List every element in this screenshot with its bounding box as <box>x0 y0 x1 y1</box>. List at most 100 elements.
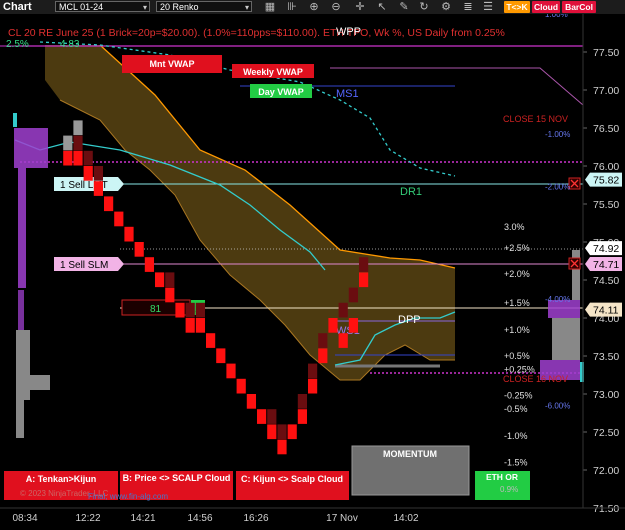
red-brick <box>114 211 124 227</box>
red-brick <box>165 287 175 303</box>
red-brick <box>93 181 103 196</box>
panel-tenkan-kijun-label: A: Tenkan>Kijun <box>26 474 97 484</box>
panel-price-scalp-label: B: Price <> SCALP Cloud <box>122 473 231 483</box>
y-tick-label: 77.50 <box>593 47 619 59</box>
dark-brick <box>277 424 287 440</box>
zoom-out-icon[interactable]: ⊖ <box>328 0 344 14</box>
crosshair-icon[interactable]: ✛ <box>352 0 368 14</box>
x-tick-label: 14:02 <box>393 513 418 524</box>
red-brick <box>338 333 348 348</box>
panel-eth-or-label: ETH OR <box>486 472 518 482</box>
gray-brick <box>63 135 73 151</box>
pct-label: +2.5% <box>504 243 530 253</box>
price-label-text: 74.92 <box>593 243 619 255</box>
pct-label: 3.0% <box>504 222 525 232</box>
dark-brick <box>359 257 369 272</box>
wpp-label: WPP <box>336 26 361 38</box>
chart-title: Chart <box>3 1 32 13</box>
list-icon[interactable]: ☰ <box>480 0 496 14</box>
barcol-button[interactable]: BarCol <box>562 1 596 13</box>
dpp-label: DPP <box>398 314 421 326</box>
ms1-label: MS1 <box>336 88 359 100</box>
dark-brick <box>318 333 328 348</box>
period-select[interactable]: 20 Renko ▾ <box>156 1 252 12</box>
dark-brick <box>297 394 307 409</box>
top-left-value: 4.83 <box>60 39 80 50</box>
bars-icon[interactable]: ⊪ <box>284 0 300 14</box>
cancel-slm-icon[interactable] <box>568 257 581 270</box>
chart-header-text: CL 20 RE June 25 (1 Brick=20p=$20.00). (… <box>8 27 505 39</box>
dark-brick <box>308 363 318 379</box>
chevron-down-icon: ▾ <box>142 3 147 12</box>
close16-label: CLOSE 16 NOV <box>503 374 568 384</box>
weekly-pct-label: -2.00% <box>545 183 570 192</box>
x-tick-label: 14:56 <box>187 513 212 524</box>
weekly-pct-label: -1.00% <box>545 130 570 139</box>
pct-label: +0.5% <box>504 351 530 361</box>
cursor-icon[interactable]: ↖ <box>374 0 390 14</box>
red-brick <box>236 378 246 394</box>
pencil-icon[interactable]: ✎ <box>396 0 412 14</box>
price-label-text: 74.71 <box>593 259 619 271</box>
red-brick <box>185 318 195 333</box>
y-tick-label: 74.50 <box>593 275 619 287</box>
weekly-pct-label: -6.00% <box>545 401 570 410</box>
pct-label: +2.0% <box>504 269 530 279</box>
dark-brick <box>348 287 358 303</box>
x-tick-label: 17 Nov <box>326 513 358 524</box>
settings-icon[interactable]: ⚙ <box>438 0 454 14</box>
chart-toolbar: Chart MCL 01-24 ▾ 20 Renko ▾ ▦ ⊪ ⊕ ⊖ ✛ ↖ ✎… <box>0 0 625 15</box>
instrument-select[interactable]: MCL 01-24 ▾ <box>55 1 150 12</box>
renko-chart[interactable]: Mnt VWAP Weekly VWAP Day VWAP CL 20 RE J… <box>0 14 625 530</box>
period-value: 20 Renko <box>160 2 199 12</box>
pct-label: +1.5% <box>504 298 530 308</box>
grid-icon[interactable]: ▦ <box>262 0 278 14</box>
dark-brick <box>338 302 348 318</box>
weekly-vwap-label: Weekly VWAP <box>243 67 303 77</box>
x-tick-label: 16:26 <box>243 513 268 524</box>
weekly-pct-label: 1.00% <box>545 14 568 19</box>
cancel-lmt-icon[interactable] <box>568 177 581 190</box>
red-brick <box>267 424 277 440</box>
sell-slm-text: 1 Sell SLM <box>60 260 108 271</box>
red-brick <box>206 333 216 348</box>
dark-brick <box>185 302 195 318</box>
y-tick-label: 76.00 <box>593 161 619 173</box>
red-brick <box>155 272 165 288</box>
dark-brick <box>195 302 205 318</box>
pct-label: -0.25% <box>504 391 533 401</box>
dr1-label: DR1 <box>400 186 422 198</box>
day-vwap-label: Day VWAP <box>258 87 304 97</box>
dark-brick <box>83 150 93 166</box>
red-brick <box>277 439 287 455</box>
panel-momentum-label: MOMENTUM <box>383 449 437 459</box>
top-left-pct: 2.5% <box>6 39 29 50</box>
y-tick-label: 76.50 <box>593 123 619 135</box>
instrument-value: MCL 01-24 <box>59 2 104 12</box>
red-brick <box>124 226 134 242</box>
pct-label: -1.5% <box>504 457 528 467</box>
stack-icon[interactable]: ≣ <box>460 0 476 14</box>
price-label-text: 74.11 <box>593 305 619 317</box>
panel-kijun-scalp: C: Kijun <> Scalp Cloud <box>236 471 349 500</box>
red-brick <box>73 150 83 166</box>
pct-label: -0.5% <box>504 404 528 414</box>
mnt-vwap-label: Mnt VWAP <box>150 59 195 69</box>
y-tick-label: 75.50 <box>593 199 619 211</box>
red-brick <box>308 378 318 394</box>
sell-slm-order[interactable]: 1 Sell SLM <box>54 257 124 271</box>
x-tick-label: 12:22 <box>75 513 100 524</box>
dark-brick <box>93 166 103 181</box>
cloud-button[interactable]: Cloud <box>532 1 560 13</box>
red-brick <box>195 318 205 333</box>
y-tick-label: 71.50 <box>593 503 619 515</box>
red-brick <box>257 409 267 424</box>
red-brick <box>83 166 93 181</box>
y-tick-label: 73.00 <box>593 389 619 401</box>
panel-kijun-scalp-label: C: Kijun <> Scalp Cloud <box>241 474 343 484</box>
red-brick <box>348 318 358 333</box>
tenkan-kijun-button[interactable]: T<>K <box>504 1 530 13</box>
red-brick <box>134 242 144 257</box>
reload-icon[interactable]: ↻ <box>416 0 432 14</box>
zoom-in-icon[interactable]: ⊕ <box>306 0 322 14</box>
